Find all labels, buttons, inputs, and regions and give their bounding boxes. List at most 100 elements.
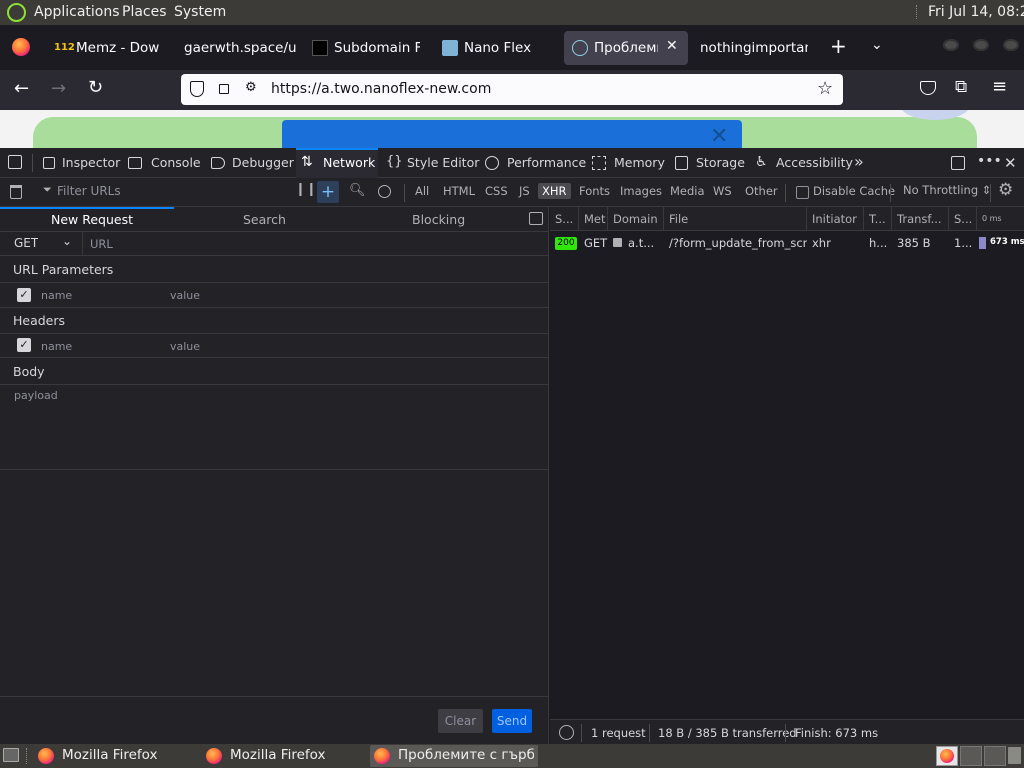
maximize-window-icon[interactable] xyxy=(973,39,989,51)
list-all-tabs-icon[interactable]: ⌄ xyxy=(871,37,883,53)
tab-style-editor[interactable]: Style Editor xyxy=(407,148,479,178)
clear-button[interactable]: Clear xyxy=(438,709,483,733)
workspace-firefox-icon xyxy=(940,749,954,763)
tab-memz[interactable]: 112 Memz - Down xyxy=(46,31,166,65)
task-firefox-active[interactable]: Проблемите с гърб... xyxy=(370,745,538,767)
filter-urls-input[interactable]: Filter URLs xyxy=(57,184,121,198)
header-value-input[interactable]: value xyxy=(170,340,200,353)
param-value-input[interactable]: value xyxy=(170,289,200,302)
filter-html[interactable]: HTML xyxy=(443,184,475,198)
table-row[interactable]: 200 GET a.t... /?form_update_from_script… xyxy=(550,231,1024,255)
body-textarea[interactable]: payload xyxy=(0,385,549,470)
tab-console[interactable]: Console xyxy=(151,148,201,178)
new-request-plus-icon[interactable]: + xyxy=(317,181,339,203)
header-name-input[interactable]: name xyxy=(41,340,72,353)
more-tools-icon[interactable]: » xyxy=(854,152,864,171)
filter-css[interactable]: CSS xyxy=(485,184,508,198)
send-button[interactable]: Send xyxy=(492,709,532,733)
page-close-icon[interactable]: ✕ xyxy=(710,124,728,148)
tab-gaerwth[interactable]: gaerwth.space/ut xyxy=(176,31,300,65)
firefox-menu-icon[interactable] xyxy=(12,38,30,56)
block-urls-icon[interactable] xyxy=(378,185,391,198)
dock-options-icon[interactable] xyxy=(951,156,965,170)
disable-cache-checkbox[interactable] xyxy=(796,186,809,199)
tracking-protection-icon[interactable] xyxy=(190,81,204,97)
minimize-window-icon[interactable] xyxy=(943,39,959,51)
show-desktop-icon[interactable] xyxy=(3,748,19,762)
col-transferred[interactable]: Transf... xyxy=(892,207,949,231)
back-icon[interactable]: ← xyxy=(14,78,29,99)
filter-all[interactable]: All xyxy=(415,184,429,198)
permissions-icon[interactable]: ⚙ xyxy=(245,80,257,95)
tab-debugger[interactable]: Debugger xyxy=(232,148,294,178)
tab-inspector[interactable]: Inspector xyxy=(62,148,120,178)
reload-icon[interactable]: ↻ xyxy=(88,77,103,98)
search-icon[interactable]: 🔍︎ xyxy=(349,183,366,198)
new-tab-icon[interactable]: + xyxy=(830,34,847,58)
close-tab-icon[interactable]: ✕ xyxy=(666,38,678,54)
tab-network[interactable]: Network xyxy=(323,148,375,178)
chevron-down-icon[interactable]: ⌄ xyxy=(62,234,72,248)
collapse-panel-icon[interactable] xyxy=(529,212,543,225)
col-status[interactable]: S... xyxy=(550,207,579,231)
bookmark-star-icon[interactable]: ☆ xyxy=(817,78,833,99)
header-enabled-checkbox[interactable]: ✓ xyxy=(17,338,31,352)
param-name-input[interactable]: name xyxy=(41,289,72,302)
trash-icon[interactable] xyxy=(1008,747,1021,764)
workspace-2[interactable] xyxy=(960,746,982,766)
workspace-3[interactable] xyxy=(984,746,1006,766)
tab-memory[interactable]: Memory xyxy=(614,148,665,178)
task-firefox-2[interactable]: Mozilla Firefox xyxy=(202,745,367,767)
filter-other[interactable]: Other xyxy=(745,184,778,198)
url-text[interactable]: https://a.two.nanoflex-new.com xyxy=(271,81,491,97)
tab-new-request[interactable]: New Request xyxy=(51,212,133,227)
clear-requests-trash-icon[interactable] xyxy=(10,185,22,199)
close-devtools-icon[interactable]: ✕ xyxy=(1004,154,1017,172)
menu-places[interactable]: Places xyxy=(122,4,167,20)
lock-icon[interactable] xyxy=(219,84,229,94)
tab-active-problems[interactable]: Проблеми ✕ xyxy=(564,31,688,65)
disable-cache-label[interactable]: Disable Cache xyxy=(813,184,895,198)
tab-subdomain[interactable]: Subdomain Fi xyxy=(304,31,428,65)
col-file[interactable]: File xyxy=(664,207,807,231)
menu-applications[interactable]: Applications xyxy=(34,4,120,20)
tab-nanoflex[interactable]: Nano Flex xyxy=(434,31,558,65)
clock[interactable]: Fri Jul 14, 08:23 xyxy=(928,4,1024,20)
tab-storage[interactable]: Storage xyxy=(696,148,745,178)
network-settings-gear-icon[interactable]: ⚙ xyxy=(998,180,1013,200)
tab-search[interactable]: Search xyxy=(243,212,286,227)
performance-stopwatch-icon[interactable] xyxy=(559,725,574,740)
element-picker-icon[interactable] xyxy=(8,155,22,169)
filter-fonts[interactable]: Fonts xyxy=(579,184,610,198)
filter-media[interactable]: Media xyxy=(670,184,705,198)
devtools-menu-icon[interactable]: ••• xyxy=(977,153,1002,169)
col-timeline[interactable]: 0 ms xyxy=(977,207,1024,231)
pocket-icon[interactable] xyxy=(920,81,936,95)
pause-recording-icon[interactable]: ❙❙ xyxy=(295,182,317,197)
url-bar[interactable]: ⚙ https://a.two.nanoflex-new.com ☆ xyxy=(181,74,843,105)
col-initiator[interactable]: Initiator xyxy=(807,207,864,231)
col-domain[interactable]: Domain xyxy=(608,207,664,231)
forward-icon[interactable]: → xyxy=(51,78,66,99)
close-window-icon[interactable] xyxy=(1003,39,1019,51)
tab-blocking[interactable]: Blocking xyxy=(412,212,465,227)
col-type[interactable]: T... xyxy=(864,207,892,231)
extensions-icon[interactable]: ⧉ xyxy=(955,77,967,97)
url-input[interactable]: URL xyxy=(90,237,113,251)
tab-nothingimportant[interactable]: nothingimportant xyxy=(692,31,816,65)
col-method[interactable]: Met xyxy=(579,207,608,231)
throttling-select[interactable]: No Throttling ⇕ xyxy=(903,183,991,197)
filter-images[interactable]: Images xyxy=(620,184,662,198)
app-menu-icon[interactable]: ≡ xyxy=(992,76,1007,97)
filter-xhr[interactable]: XHR xyxy=(538,183,571,199)
filter-ws[interactable]: WS xyxy=(713,184,732,198)
tab-accessibility[interactable]: Accessibility xyxy=(776,148,853,178)
system-logo-icon[interactable] xyxy=(7,3,26,22)
task-firefox-1[interactable]: Mozilla Firefox xyxy=(34,745,199,767)
param-enabled-checkbox[interactable]: ✓ xyxy=(17,288,31,302)
method-select[interactable]: GET xyxy=(14,236,38,250)
col-size[interactable]: S... xyxy=(949,207,977,231)
menu-system[interactable]: System xyxy=(174,4,226,20)
tab-performance[interactable]: Performance xyxy=(507,148,586,178)
filter-js[interactable]: JS xyxy=(519,184,530,198)
